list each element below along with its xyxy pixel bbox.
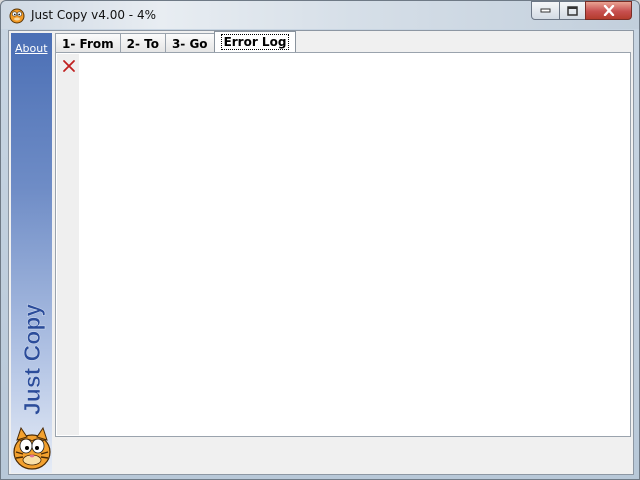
- sidebar: About Just Copy: [11, 33, 52, 473]
- tab-from-label: 1- From: [62, 37, 114, 51]
- minimize-button[interactable]: [531, 1, 560, 20]
- garfield-icon[interactable]: [8, 6, 26, 24]
- close-button[interactable]: [585, 1, 632, 20]
- client-area: About Just Copy 1- From 2- To 3- Go Erro…: [8, 30, 634, 475]
- tab-from[interactable]: 1- From: [55, 33, 121, 52]
- close-icon: [603, 5, 614, 16]
- tab-strip: 1- From 2- To 3- Go Error Log: [55, 31, 297, 53]
- tab-error-log[interactable]: Error Log: [213, 31, 297, 52]
- tab-error-log-label: Error Log: [220, 34, 290, 50]
- brand-logo: Just Copy: [16, 270, 46, 430]
- red-x-icon[interactable]: [62, 59, 76, 73]
- error-log-list[interactable]: [80, 54, 629, 435]
- window-title: Just Copy v4.00 - 4%: [31, 8, 156, 22]
- minimize-icon: [540, 8, 551, 13]
- tab-to[interactable]: 2- To: [119, 33, 166, 52]
- tab-to-label: 2- To: [126, 37, 159, 51]
- panel-toolbar: [57, 54, 79, 435]
- tab-go-label: 3- Go: [171, 37, 208, 51]
- app-window: Just Copy v4.00 - 4% About Just Copy 1- …: [0, 0, 640, 480]
- title-bar[interactable]: Just Copy v4.00 - 4%: [1, 1, 639, 29]
- garfield-mascot: [13, 426, 51, 470]
- error-log-panel: [55, 52, 631, 437]
- tab-go[interactable]: 3- Go: [164, 33, 215, 52]
- maximize-button[interactable]: [559, 1, 586, 20]
- about-link[interactable]: About: [15, 42, 48, 55]
- brand-text: Just Copy: [19, 304, 45, 415]
- maximize-icon: [567, 5, 578, 16]
